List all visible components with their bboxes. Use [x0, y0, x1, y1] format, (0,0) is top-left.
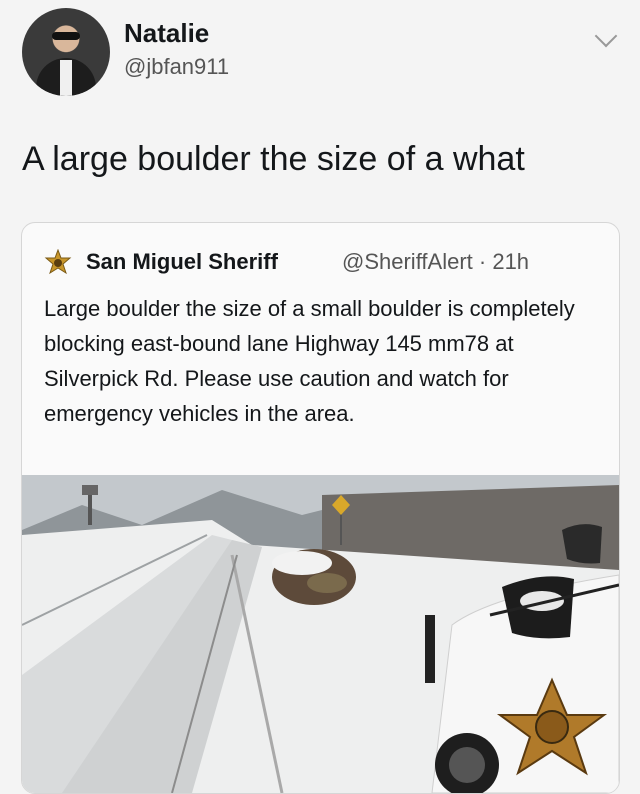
quoted-author-meta[interactable]: @SheriffAlert · 21h — [342, 249, 529, 275]
chevron-down-icon[interactable] — [594, 24, 618, 48]
quoted-author-name[interactable]: San Miguel Sheriff — [86, 249, 278, 275]
quoted-tweet[interactable]: San Miguel Sheriff @SheriffAlert · 21h L… — [21, 222, 620, 794]
sheriff-star-icon — [44, 249, 72, 275]
tweet-text: A large boulder the size of a what — [22, 140, 525, 178]
author-name[interactable]: Natalie — [124, 18, 209, 49]
attached-photo[interactable] — [22, 475, 619, 793]
avatar[interactable] — [22, 8, 110, 96]
quoted-timestamp: 21h — [492, 249, 530, 274]
quoted-author-handle[interactable]: @SheriffAlert — [342, 249, 473, 274]
quoted-text: Large boulder the size of a small boulde… — [44, 296, 575, 426]
author-handle[interactable]: @jbfan911 — [124, 54, 229, 80]
tweet-header: Natalie @jbfan911 — [0, 0, 640, 110]
